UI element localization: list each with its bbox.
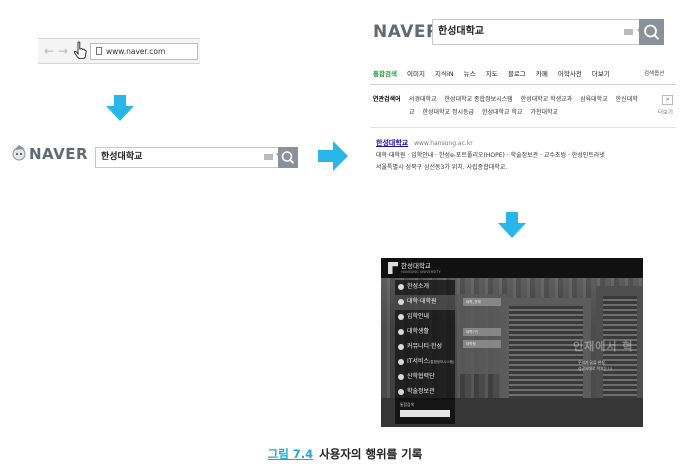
- tab-images[interactable]: 이미지: [407, 66, 425, 82]
- search-input[interactable]: 한성대학교 ▼: [432, 19, 664, 45]
- related-label: 연관검색어: [373, 96, 401, 103]
- menu-bullet-icon: [398, 344, 404, 350]
- search-tabs: 통합검색 이미지 지식iN 뉴스 지도 블로그 카페 어학사전 더보기: [373, 66, 675, 82]
- search-query-text: 한성대학교: [438, 26, 484, 37]
- site-menu-label: 한성소개: [407, 283, 430, 290]
- site-menu-label: IT서비스: [407, 358, 429, 365]
- browser-address-bar: ← → www.naver.com: [38, 38, 200, 64]
- site-submenu: 대학_전체 대학(구) 대학원: [457, 294, 507, 374]
- site-menu-item[interactable]: 대학생활: [395, 325, 455, 340]
- arrow-down-icon: [498, 212, 526, 238]
- arrow-right-flow-icon: [318, 141, 348, 171]
- search-icon: [644, 24, 660, 40]
- arrow-right-icon[interactable]: →: [58, 44, 68, 58]
- url-text: www.naver.com: [106, 47, 166, 56]
- menu-bullet-icon: [398, 284, 404, 290]
- menu-bullet-icon: [398, 299, 404, 305]
- search-options-button[interactable]: 검색옵션: [644, 66, 664, 82]
- related-item[interactable]: 삼육대학교: [580, 96, 608, 103]
- site-logo-subtext: HANSUNG UNIVERSITY: [401, 270, 441, 274]
- menu-bullet-icon: [398, 359, 404, 365]
- tab-blog[interactable]: 블로그: [508, 66, 526, 82]
- site-caption-line: 성공시대로 이끄는 나: [578, 366, 612, 371]
- site-menu-item[interactable]: 대학·대학원: [395, 295, 455, 310]
- tab-dictionary[interactable]: 어학사전: [558, 66, 582, 82]
- site-main-menu: 한성소개 대학·대학원 입학안내 대학생활 커뮤니티·한성 IT서비스(통합정보…: [395, 280, 455, 400]
- menu-bullet-icon: [398, 389, 404, 395]
- search-input[interactable]: 한성대학교 ▼: [95, 147, 298, 168]
- submenu-item[interactable]: 대학원: [463, 340, 501, 348]
- related-item[interactable]: 한성대학교 정시등급: [422, 109, 474, 116]
- related-item[interactable]: 한성대학교 종합정보시스템: [445, 96, 513, 103]
- result-url[interactable]: www.hansung.ac.kr: [414, 140, 473, 147]
- search-icon: [281, 151, 295, 164]
- related-item[interactable]: 가천대학교: [530, 109, 558, 116]
- arrow-down-icon: [106, 95, 134, 121]
- search-query-text: 한성대학교: [101, 152, 143, 162]
- site-headline: 인재에서 혁: [573, 340, 634, 353]
- result-address: 서울특별시 성북구 삼선동3가 위치, 사립종합대학교.: [376, 164, 508, 171]
- divider: [370, 127, 676, 128]
- related-more-link[interactable]: 더보기: [658, 110, 673, 116]
- keyboard-icon[interactable]: [624, 29, 633, 35]
- submenu-item[interactable]: 대학_전체: [463, 298, 501, 306]
- site-caption: 우리가 꿈을 현실 성공시대로 이끄는 나: [578, 360, 638, 372]
- tab-kin[interactable]: 지식iN: [435, 66, 454, 82]
- naver-logo[interactable]: NAVER: [373, 22, 440, 42]
- site-search: 통합검색: [395, 398, 455, 424]
- site-logo-text[interactable]: 한성대학교: [401, 262, 431, 270]
- site-menu-label: 대학·대학원: [407, 298, 437, 305]
- building-windows: [603, 296, 637, 414]
- naver-logo[interactable]: NAVER: [29, 146, 88, 163]
- result-title-link[interactable]: 한성대학교: [376, 139, 408, 147]
- menu-bullet-icon: [398, 374, 404, 380]
- related-item[interactable]: 서경대학교: [409, 96, 437, 103]
- university-logo-icon: [388, 262, 398, 274]
- figure-caption: 그림 7.4 사용자의 행위를 기록: [0, 446, 690, 462]
- site-menu-label: 커뮤니티·한성: [407, 343, 443, 350]
- tab-more[interactable]: 더보기: [592, 66, 610, 82]
- result-sitelinks[interactable]: 대학·대학원 · 입학안내 · 한성e-포트폴리오(HOPE) · 학술정보관 …: [376, 150, 672, 162]
- related-searches: 연관검색어 서경대학교 한성대학교 종합정보시스템 한성대학교 학생교과 삼육대…: [373, 93, 673, 123]
- site-menu-label: 대학생활: [407, 328, 430, 335]
- hand-cursor-icon: [73, 41, 87, 59]
- university-homepage-screenshot: 한성대학교 HANSUNG UNIVERSITY 한성소개 대학·대학원 입학안…: [381, 258, 643, 427]
- site-menu-item[interactable]: IT서비스(통합정보시스템): [395, 355, 455, 370]
- related-controls: ✕ 더보기: [643, 93, 673, 120]
- tab-cafe[interactable]: 카페: [536, 66, 548, 82]
- site-menu-label: 학술정보관: [407, 388, 435, 395]
- naver-face-icon: [11, 145, 28, 161]
- close-icon[interactable]: ✕: [662, 95, 673, 105]
- site-menu-sublabel: (통합정보시스템): [429, 360, 455, 364]
- site-search-label: 통합검색: [400, 402, 414, 407]
- menu-bullet-icon: [398, 314, 404, 320]
- related-list: 서경대학교 한성대학교 종합정보시스템 한성대학교 학생교과 삼육대학교 한신대…: [409, 93, 639, 119]
- site-menu-label: 입학안내: [407, 313, 430, 320]
- site-menu-label: 산학협력단: [407, 373, 435, 380]
- site-menu-item[interactable]: 산학협력단: [395, 370, 455, 385]
- arrow-left-icon[interactable]: ←: [44, 44, 54, 58]
- site-menu-item[interactable]: 한성소개: [395, 280, 455, 295]
- tab-news[interactable]: 뉴스: [464, 66, 476, 82]
- search-button[interactable]: [639, 19, 664, 45]
- tab-map[interactable]: 지도: [486, 66, 498, 82]
- site-search-input[interactable]: [400, 410, 450, 417]
- site-menu-item[interactable]: 커뮤니티·한성: [395, 340, 455, 355]
- related-item[interactable]: 한성대학교 학교: [482, 109, 523, 116]
- figure-title: 사용자의 행위를 기록: [319, 447, 423, 461]
- submenu-item[interactable]: 대학(구): [463, 328, 501, 336]
- top-result: 한성대학교 www.hansung.ac.kr 대학·대학원 · 입학안내 · …: [376, 137, 672, 174]
- site-header: 한성대학교 HANSUNG UNIVERSITY: [381, 258, 643, 278]
- menu-bullet-icon: [398, 329, 404, 335]
- url-input[interactable]: www.naver.com: [90, 43, 198, 60]
- keyboard-icon[interactable]: [264, 154, 273, 160]
- search-button[interactable]: [278, 147, 298, 168]
- figure-number: 그림 7.4: [267, 447, 314, 461]
- tab-integrated[interactable]: 통합검색: [373, 66, 397, 82]
- related-item[interactable]: 한성대학교 학생교과: [521, 96, 573, 103]
- divider: [370, 84, 676, 85]
- page-icon: [96, 47, 102, 55]
- site-menu-item[interactable]: 입학안내: [395, 310, 455, 325]
